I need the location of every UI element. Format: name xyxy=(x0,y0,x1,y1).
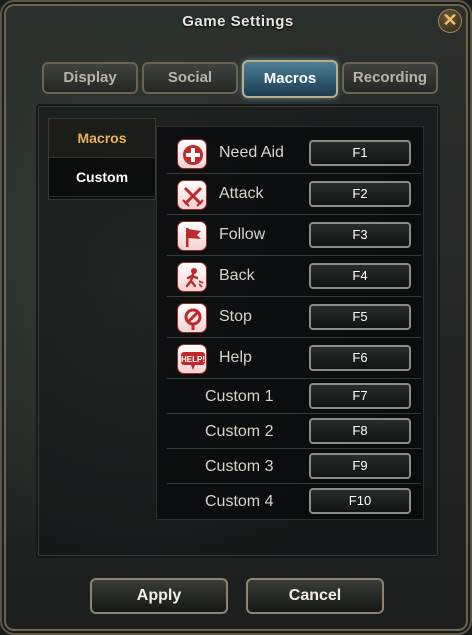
crossed-swords-icon xyxy=(177,180,207,210)
macro-label: Custom 4 xyxy=(205,493,274,510)
macro-row-help: HELP! Help F6 xyxy=(167,338,421,379)
keybind-button[interactable]: F4 xyxy=(309,263,411,289)
macro-label: Need Aid xyxy=(219,144,284,161)
macro-label: Follow xyxy=(219,226,266,243)
macro-label: Custom 3 xyxy=(205,458,274,475)
help-bubble-icon: HELP! xyxy=(177,344,207,374)
macro-label: Custom 2 xyxy=(205,423,274,440)
macro-row-custom-1: Custom 1 F7 xyxy=(167,379,421,414)
keybind-button[interactable]: F1 xyxy=(309,140,411,166)
macro-row-custom-4: Custom 4 F10 xyxy=(167,484,421,519)
keybind-button[interactable]: F9 xyxy=(309,453,411,479)
keybind-button[interactable]: F10 xyxy=(309,488,411,514)
close-icon[interactable]: ✕ xyxy=(438,9,462,33)
window-title: Game Settings xyxy=(182,13,294,30)
macro-row-stop: Stop F5 xyxy=(167,297,421,338)
macro-label: Back xyxy=(219,267,255,284)
svg-text:HELP!: HELP! xyxy=(181,355,205,364)
macro-row-custom-3: Custom 3 F9 xyxy=(167,449,421,484)
cancel-button[interactable]: Cancel xyxy=(246,578,384,614)
tab-display[interactable]: Display xyxy=(42,62,138,94)
tab-bar: Display Social Macros Recording xyxy=(38,60,438,100)
macro-row-custom-2: Custom 2 F8 xyxy=(167,414,421,449)
macro-label: Custom 1 xyxy=(205,388,274,405)
tab-recording[interactable]: Recording xyxy=(342,62,438,94)
keybind-button[interactable]: F8 xyxy=(309,418,411,444)
subnav-item-custom[interactable]: Custom xyxy=(49,158,155,197)
keybind-button[interactable]: F3 xyxy=(309,222,411,248)
macro-label: Stop xyxy=(219,308,252,325)
keybind-button[interactable]: F5 xyxy=(309,304,411,330)
game-settings-window: Game Settings ✕ Display Social Macros Re… xyxy=(0,0,472,635)
tab-macros[interactable]: Macros xyxy=(242,60,338,98)
macro-row-attack: Attack F2 xyxy=(167,174,421,215)
stop-sign-icon xyxy=(177,303,207,333)
macro-label: Attack xyxy=(219,185,264,202)
macro-list: Need Aid F1 Attack F2 Follow F3 Back F4 … xyxy=(156,126,424,520)
medic-cross-icon xyxy=(177,139,207,169)
macro-row-back: Back F4 xyxy=(167,256,421,297)
macro-category-list: Macros Custom xyxy=(48,118,156,200)
flag-icon xyxy=(177,221,207,251)
tab-social[interactable]: Social xyxy=(142,62,238,94)
apply-button[interactable]: Apply xyxy=(90,578,228,614)
macro-label: Help xyxy=(219,349,252,366)
retreat-figure-icon xyxy=(177,262,207,292)
subnav-item-macros[interactable]: Macros xyxy=(49,119,155,158)
keybind-button[interactable]: F2 xyxy=(309,181,411,207)
macro-row-follow: Follow F3 xyxy=(167,215,421,256)
macro-row-need-aid: Need Aid F1 xyxy=(167,133,421,174)
keybind-button[interactable]: F6 xyxy=(309,345,411,371)
keybind-button[interactable]: F7 xyxy=(309,383,411,409)
